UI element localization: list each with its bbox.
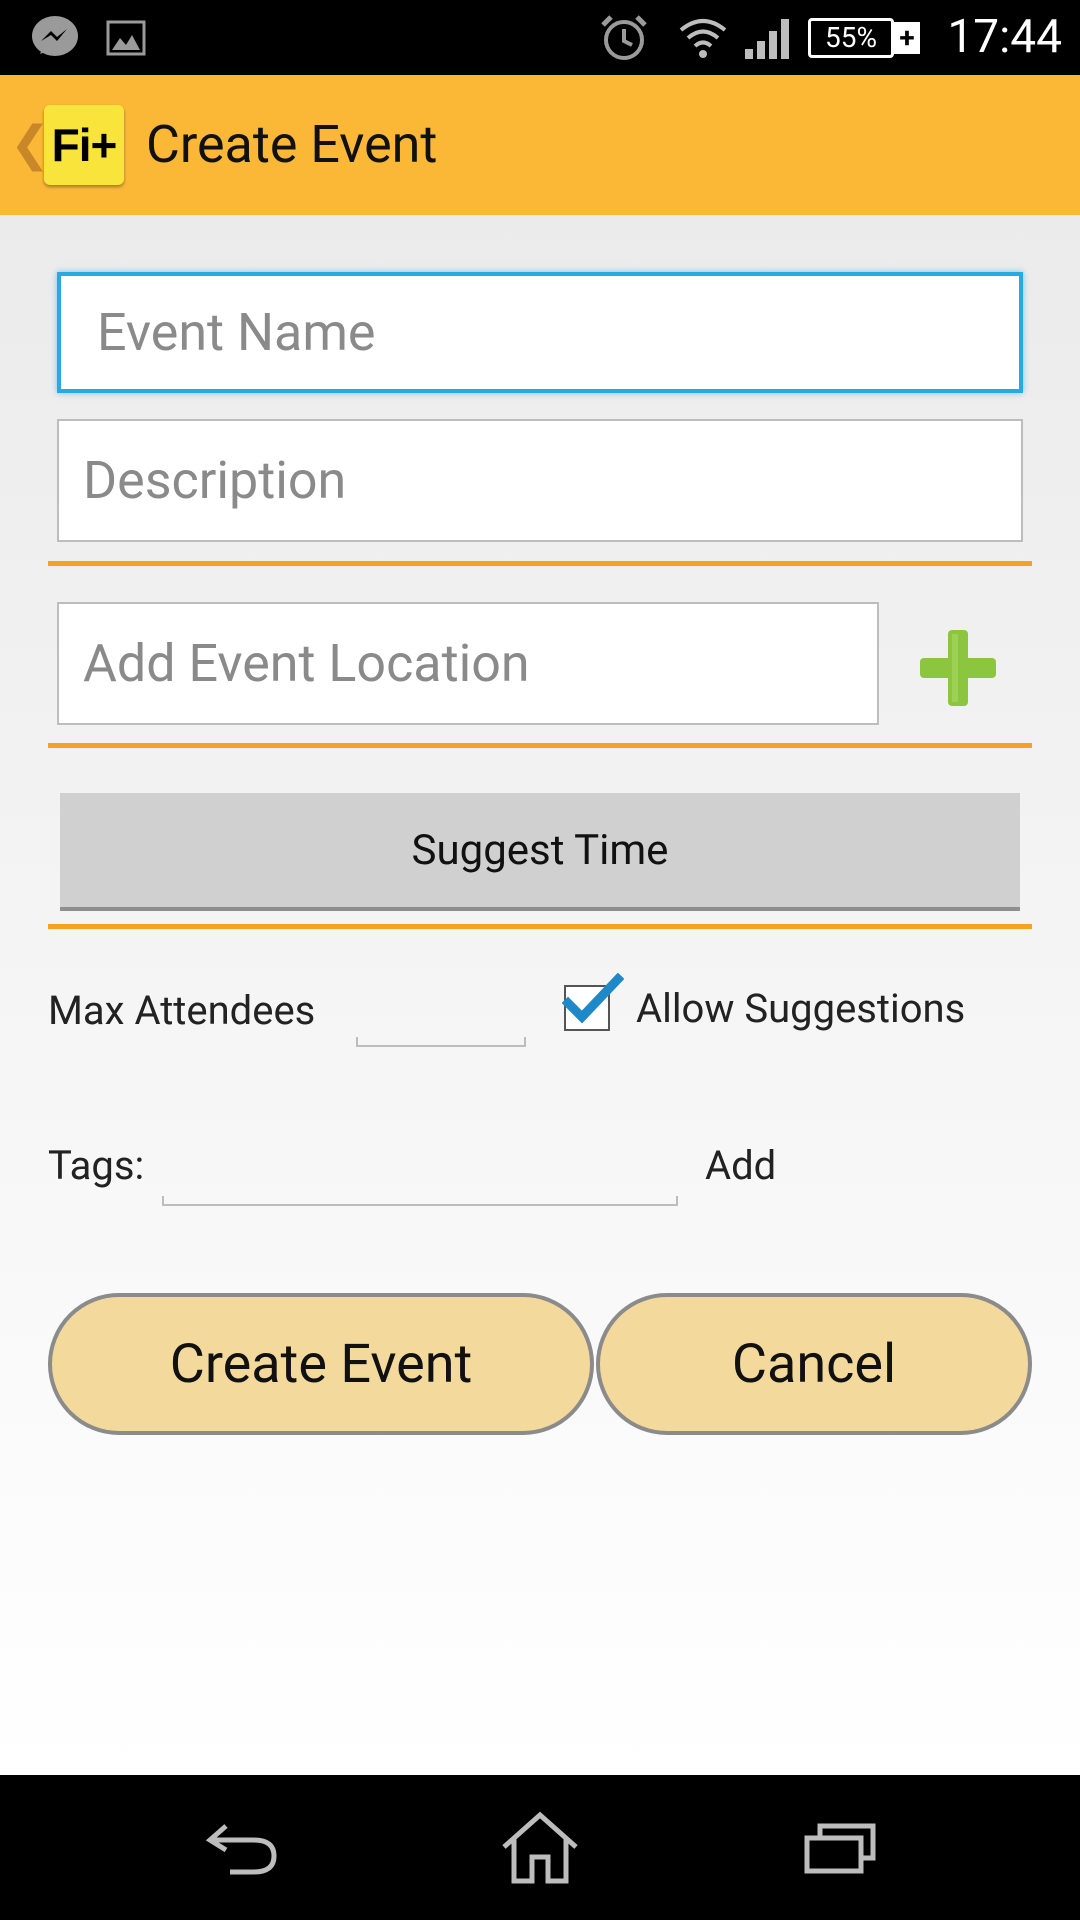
charging-indicator: +	[894, 22, 920, 54]
checkmark-icon	[562, 973, 624, 1024]
description-input[interactable]: Description	[57, 419, 1023, 542]
suggest-time-button[interactable]: Suggest Time	[60, 793, 1020, 911]
back-icon[interactable]	[162, 1775, 322, 1920]
home-icon[interactable]	[460, 1775, 620, 1920]
battery-icon: 55%	[808, 18, 894, 58]
add-tag-button[interactable]: Add	[705, 1142, 776, 1189]
alarm-icon	[598, 0, 650, 75]
allow-suggestions-label[interactable]: Allow Suggestions	[636, 985, 965, 1032]
cancel-button[interactable]: Cancel	[596, 1293, 1032, 1435]
create-event-form: Event Name Description Add Event Locatio…	[0, 215, 1080, 1775]
signal-icon	[742, 0, 794, 75]
navigation-bar	[0, 1775, 1080, 1920]
status-bar: 55% + 17:44	[0, 0, 1080, 75]
recent-apps-icon[interactable]	[760, 1775, 920, 1920]
wifi-icon	[678, 0, 728, 75]
add-location-plus-icon[interactable]	[918, 628, 998, 708]
status-time: 17:44	[947, 10, 1062, 64]
section-divider	[48, 743, 1032, 748]
app-logo[interactable]: Fi+	[44, 105, 124, 185]
tags-input[interactable]	[162, 1140, 678, 1206]
page-title: Create Event	[146, 114, 438, 175]
gallery-icon	[104, 0, 148, 75]
tags-label: Tags:	[48, 1142, 145, 1189]
max-attendees-input[interactable]	[356, 985, 526, 1047]
action-bar: ❮ Fi+ Create Event	[0, 75, 1080, 215]
section-divider	[48, 561, 1032, 566]
max-attendees-label: Max Attendees	[48, 987, 316, 1034]
event-name-input[interactable]: Event Name	[57, 272, 1023, 393]
event-location-input[interactable]: Add Event Location	[57, 602, 879, 725]
allow-suggestions-checkbox[interactable]	[562, 973, 624, 1031]
create-event-button[interactable]: Create Event	[48, 1293, 594, 1435]
section-divider	[48, 924, 1032, 929]
messenger-icon	[26, 0, 84, 75]
